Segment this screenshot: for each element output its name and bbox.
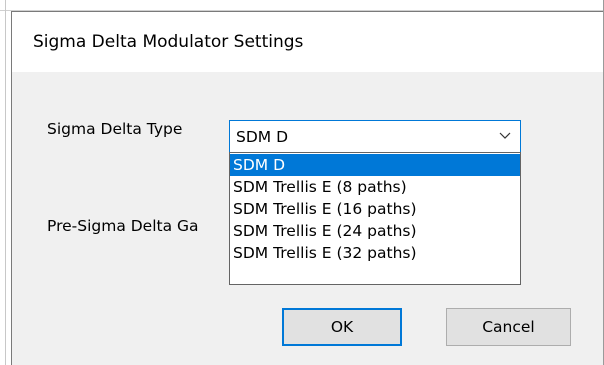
sigma-delta-type-combobox[interactable]: SDM D	[229, 120, 521, 153]
dropdown-option-trellis-16[interactable]: SDM Trellis E (16 paths)	[230, 198, 520, 220]
ok-button[interactable]: OK	[282, 308, 402, 346]
sigma-delta-type-dropdown-list: SDM D SDM Trellis E (8 paths) SDM Trelli…	[229, 152, 521, 285]
pre-sigma-delta-gain-label: Pre-Sigma Delta Ga	[47, 217, 199, 235]
dropdown-option-trellis-24[interactable]: SDM Trellis E (24 paths)	[230, 220, 520, 242]
combobox-selected-value: SDM D	[236, 128, 289, 146]
dropdown-option-trellis-32[interactable]: SDM Trellis E (32 paths)	[230, 242, 520, 264]
dropdown-option-trellis-8[interactable]: SDM Trellis E (8 paths)	[230, 176, 520, 198]
settings-dialog: Sigma Delta Modulator Settings Sigma Del…	[11, 11, 603, 365]
dialog-title: Sigma Delta Modulator Settings	[33, 32, 304, 52]
chevron-down-icon[interactable]	[499, 132, 511, 140]
dialog-titlebar[interactable]: Sigma Delta Modulator Settings	[12, 12, 603, 72]
background-left-edge	[5, 0, 6, 365]
dropdown-option-sdm-d[interactable]: SDM D	[230, 154, 520, 176]
sigma-delta-type-label: Sigma Delta Type	[47, 120, 183, 138]
cancel-button[interactable]: Cancel	[446, 308, 571, 346]
